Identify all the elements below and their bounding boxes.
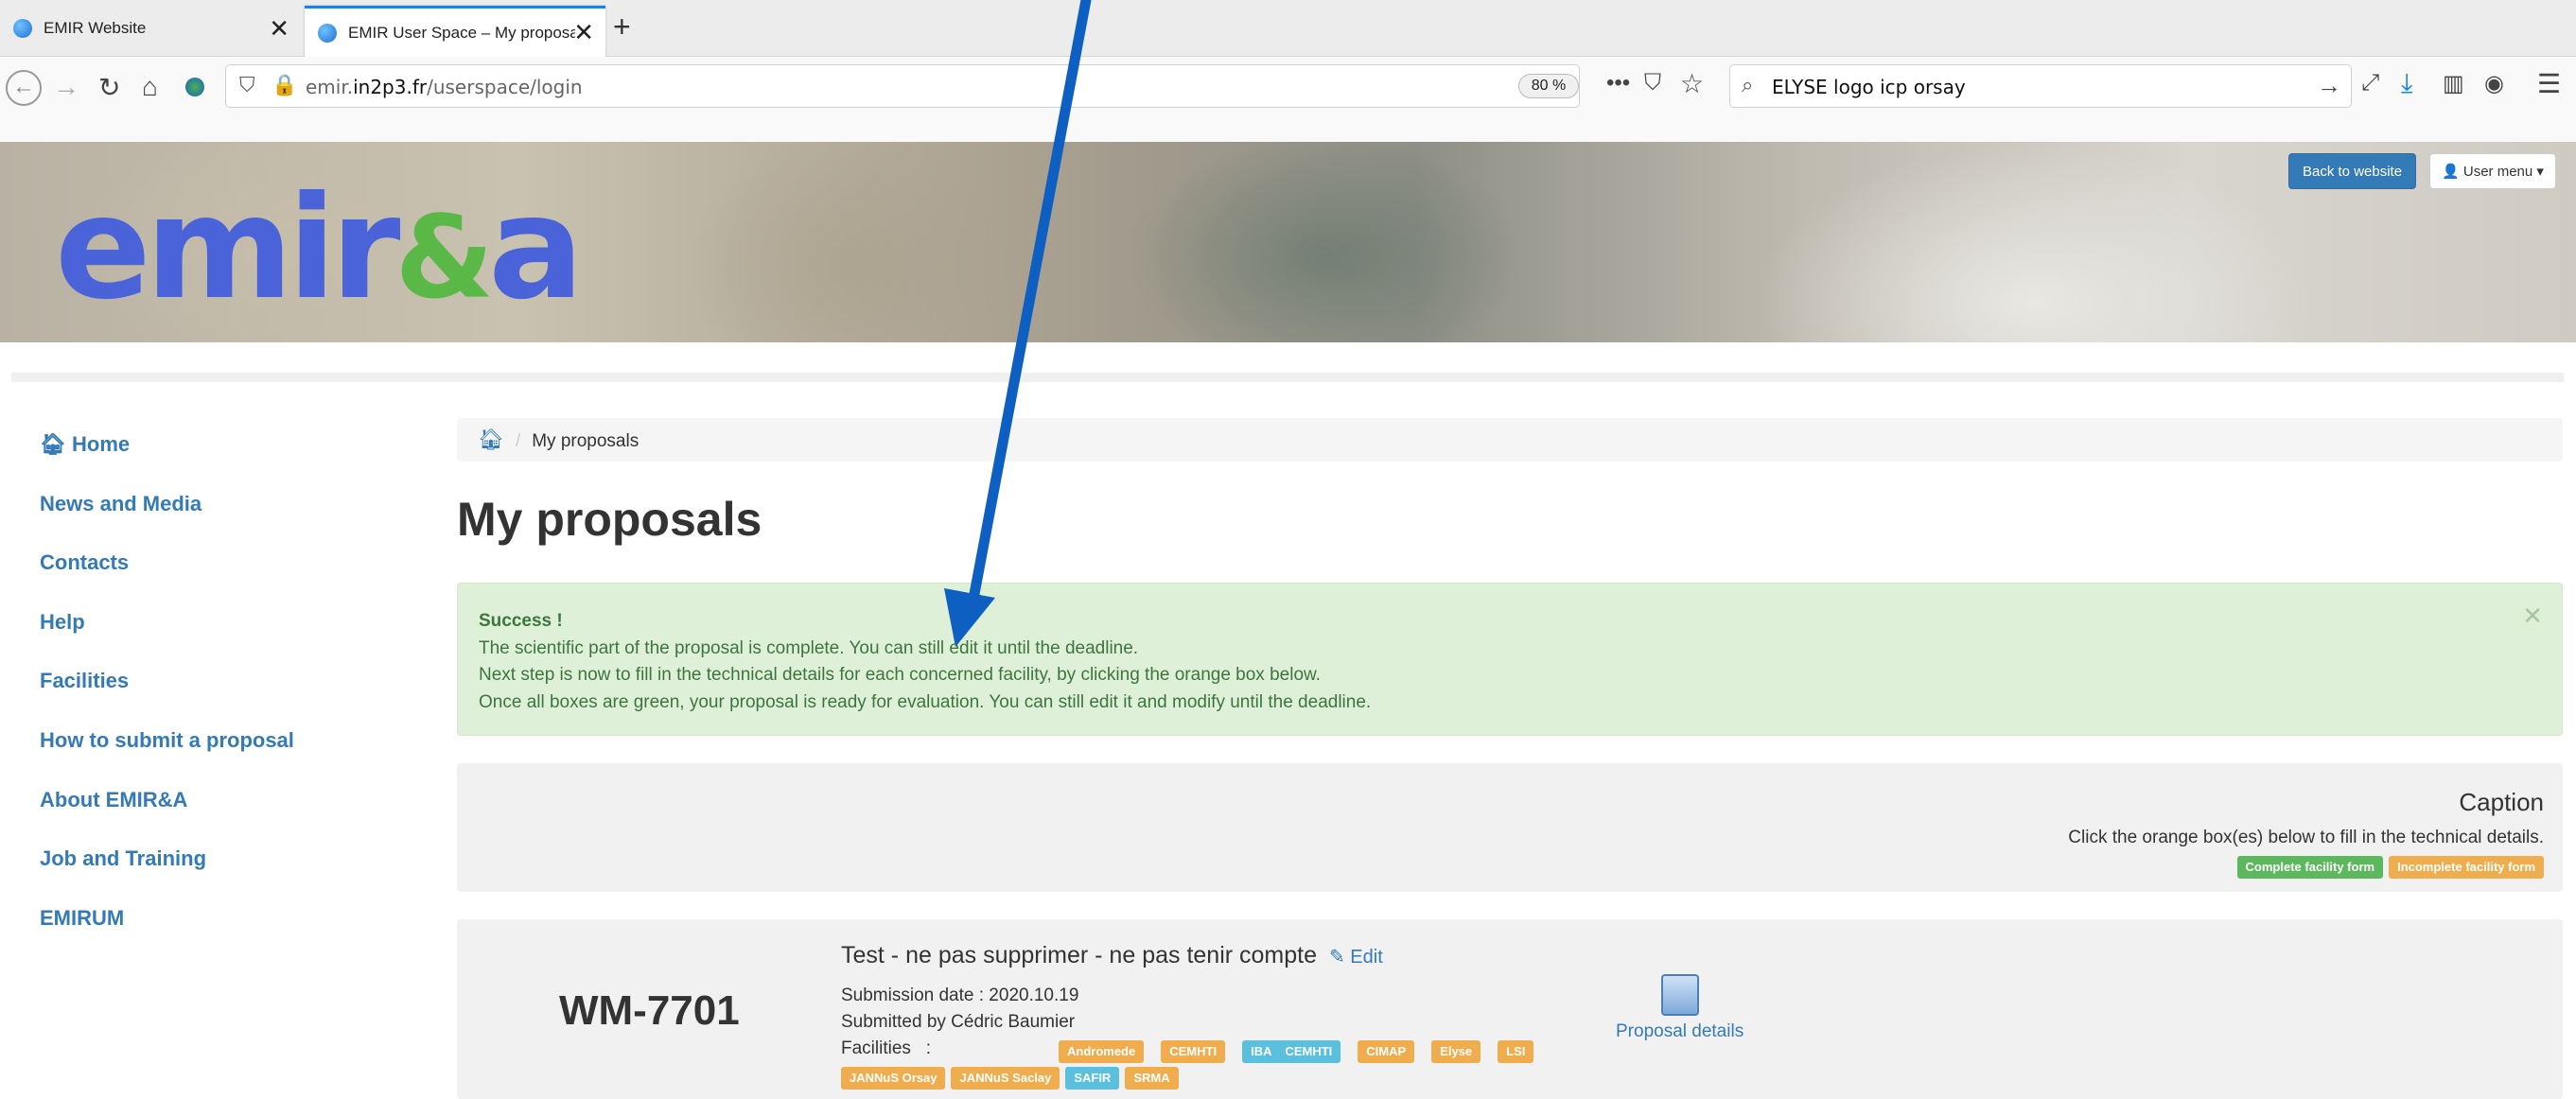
facilities-label: Facilities : — [841, 1038, 932, 1058]
sidebar-item-news[interactable]: News and Media — [40, 476, 294, 535]
submission-date: Submission date : 2020.10.19 — [841, 986, 1079, 1005]
tab-title: EMIR User Space – My proposal — [348, 23, 575, 42]
sidebar-item-help[interactable]: Help — [40, 594, 294, 654]
sidebar-item-facilities[interactable]: Facilities — [40, 653, 294, 712]
facilities-row: JANNuS Orsay JANNuS Saclay SAFIR SRMA — [841, 1067, 1179, 1090]
divider — [11, 373, 2564, 382]
success-alert: Success ! The scientific part of the pro… — [457, 583, 2563, 736]
facility-badge-lsi[interactable]: LSI — [1498, 1040, 1534, 1063]
header-banner: emir&a Back to website 👤 User menu ▾ — [0, 142, 2576, 342]
search-query[interactable]: ELYSE logo icp orsay — [1772, 76, 1966, 98]
sidebar-toggle-icon[interactable]: ▥ — [2443, 70, 2464, 97]
sidebar-item-contacts[interactable]: Contacts — [40, 534, 294, 594]
caption-title: Caption — [2459, 788, 2544, 816]
incomplete-form-badge: Incomplete facility form — [2389, 856, 2544, 879]
more-actions-icon[interactable]: ••• — [1606, 70, 1630, 96]
zoom-level[interactable]: 80 % — [1518, 74, 1579, 98]
breadcrumb-current: My proposals — [532, 431, 640, 451]
alert-line: Once all boxes are green, your proposal … — [479, 691, 1372, 712]
proposal-details-link[interactable]: Proposal details — [1616, 1021, 1744, 1042]
back-arrow-icon[interactable]: ← — [6, 70, 42, 106]
search-icon: ⌕ — [1742, 73, 1754, 96]
close-icon[interactable]: ✕ — [269, 14, 289, 44]
search-bar[interactable]: ⌕ ELYSE logo icp orsay → — [1729, 64, 2352, 108]
facility-badge-safir[interactable]: SAFIR — [1065, 1067, 1120, 1090]
browser-tab-user-space[interactable]: EMIR User Space – My proposal ✕ — [305, 6, 605, 57]
facility-badge-iba-cemhti[interactable]: IBA CEMHTI — [1242, 1040, 1341, 1063]
caption-legend: Complete facility form Incomplete facili… — [2236, 856, 2544, 879]
proposal-title: Test - ne pas supprimer - ne pas tenir c… — [841, 942, 1383, 969]
complete-form-badge: Complete facility form — [2236, 856, 2384, 879]
close-icon[interactable]: ✕ — [573, 18, 594, 47]
facility-badge-jannus-saclay[interactable]: JANNuS Saclay — [951, 1067, 1060, 1090]
insecure-lock-icon[interactable]: 🔒 — [272, 73, 297, 97]
alert-heading: Success ! — [479, 611, 563, 631]
facility-badge-jannus-orsay[interactable]: JANNuS Orsay — [841, 1067, 946, 1090]
facility-badge-andromede[interactable]: Andromede — [1059, 1040, 1145, 1063]
globe-icon — [318, 23, 337, 43]
reload-icon[interactable]: ↻ — [98, 72, 120, 103]
bookmark-star-icon[interactable]: ☆ — [1680, 68, 1704, 99]
browser-nav-bar: ← → ↻ ⌂ ⛉ 🔒 emir.in2p3.fr/userspace/logi… — [0, 57, 2576, 155]
page-title: My proposals — [457, 493, 762, 546]
proposal-card: WM-7701 Test - ne pas supprimer - ne pas… — [457, 919, 2563, 1099]
sidebar-item-label: Home — [72, 432, 131, 456]
edit-icon: ✎ — [1328, 947, 1345, 968]
home-icon[interactable]: 🏠︎ — [478, 427, 504, 451]
menu-icon[interactable]: ☰ — [2537, 68, 2561, 99]
breadcrumb: 🏠︎ / My proposals — [457, 418, 2563, 462]
user-icon: 👤 — [2442, 164, 2460, 180]
home-icon[interactable]: ⌂ — [142, 72, 158, 102]
search-go-icon[interactable]: → — [2317, 71, 2341, 100]
new-tab-icon[interactable]: + — [613, 9, 631, 44]
proposal-id: WM-7701 — [559, 987, 740, 1034]
fullscreen-icon[interactable]: ⤢ — [2361, 70, 2379, 96]
caption-panel: Caption Click the orange box(es) below t… — [457, 763, 2563, 892]
alert-line: The scientific part of the proposal is c… — [479, 637, 1139, 658]
facilities-row: Andromede CEMHTI IBA CEMHTI CIMAP Elyse … — [1059, 1040, 1534, 1063]
address-bar[interactable]: ⛉ 🔒 emir.in2p3.fr/userspace/login 80 % — [225, 64, 1580, 108]
sidebar-item-about[interactable]: About EMIR&A — [40, 772, 294, 831]
sidebar-item-how-to-submit[interactable]: How to submit a proposal — [40, 712, 294, 772]
facility-badge-cimap[interactable]: CIMAP — [1358, 1040, 1415, 1063]
facility-badge-cemhti[interactable]: CEMHTI — [1161, 1040, 1226, 1063]
sidebar: 🏠︎ Home News and Media Contacts Help Fac… — [40, 416, 294, 949]
submitted-by: Submitted by Cédric Baumier — [841, 1012, 1076, 1032]
emira-logo[interactable]: emir&a — [55, 178, 584, 320]
back-to-website-button[interactable]: Back to website — [2288, 153, 2417, 189]
shield-icon[interactable]: ⛉ — [239, 73, 255, 97]
url-text[interactable]: emir.in2p3.fr/userspace/login — [306, 76, 583, 98]
forward-arrow-icon[interactable]: → — [53, 72, 79, 102]
browser-tab-bar: EMIR Website ✕ EMIR User Space – My prop… — [0, 0, 2576, 57]
facility-badge-srma[interactable]: SRMA — [1125, 1067, 1179, 1090]
close-icon[interactable]: ✕ — [2522, 602, 2543, 630]
alert-line: Next step is now to fill in the technica… — [479, 665, 1321, 685]
home-icon: 🏠︎ — [40, 432, 73, 456]
download-icon[interactable]: ⤓ — [2401, 68, 2412, 99]
globe-icon — [13, 19, 32, 38]
facility-badge-elyse[interactable]: Elyse — [1431, 1040, 1481, 1063]
sidebar-item-jobs[interactable]: Job and Training — [40, 830, 294, 890]
pocket-icon[interactable]: ⛉ — [1644, 70, 1661, 96]
user-menu-label: User menu — [2462, 164, 2533, 180]
proposal-title-text: Test - ne pas supprimer - ne pas tenir c… — [841, 942, 1318, 968]
sidebar-item-emirum[interactable]: EMIRUM — [40, 890, 294, 950]
caption-text: Click the orange box(es) below to fill i… — [2068, 828, 2544, 847]
user-menu-button[interactable]: 👤 User menu ▾ — [2429, 153, 2556, 189]
edit-link[interactable]: ✎ Edit — [1329, 947, 1383, 968]
sidebar-item-home[interactable]: 🏠︎ Home — [40, 416, 294, 476]
caret-down-icon: ▾ — [2536, 164, 2544, 180]
document-search-icon[interactable] — [1661, 974, 1699, 1016]
tab-title: EMIR Website — [44, 19, 147, 37]
browser-tab-emir-website[interactable]: EMIR Website ✕ — [0, 8, 301, 49]
account-icon[interactable]: ◉ — [2484, 70, 2504, 97]
extension-globe-icon[interactable] — [185, 78, 204, 96]
